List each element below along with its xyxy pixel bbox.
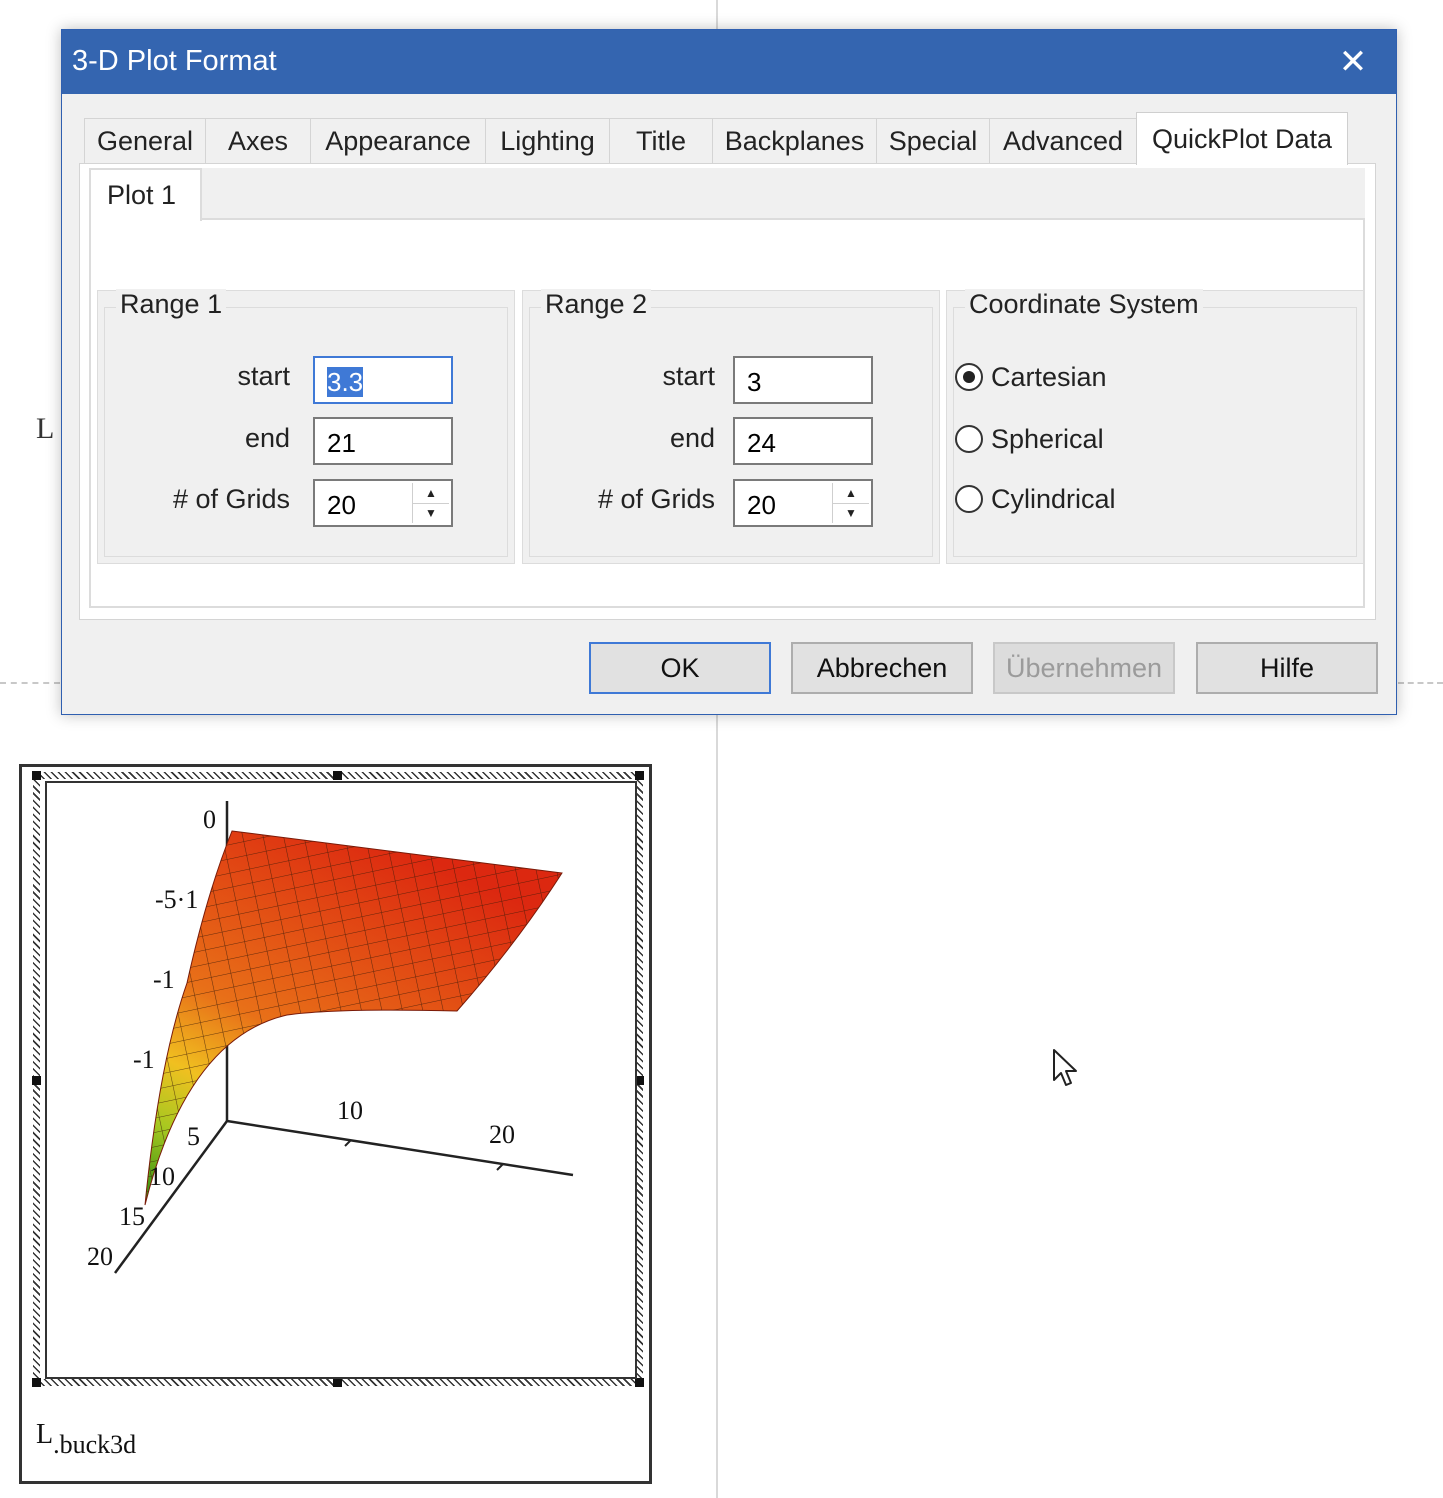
resize-handle[interactable] (32, 1378, 41, 1387)
x-tick-label: 20 (489, 1120, 515, 1149)
y-tick-label: 20 (87, 1242, 113, 1271)
inner-tab-strip (202, 168, 1365, 218)
range-1-end-input[interactable]: 21 (313, 417, 453, 465)
range-1-legend: Range 1 (116, 289, 227, 320)
quickplot-panel: Plot 1 Range 1 start 3.3 end 21 # of Gri… (79, 163, 1376, 620)
x-tick (496, 1163, 504, 1171)
tab-axes[interactable]: Axes (205, 118, 311, 164)
grids-label: # of Grids (172, 484, 290, 514)
plot-caption: L.buck3d (36, 1419, 136, 1459)
tab-lighting[interactable]: Lighting (485, 118, 610, 164)
range-1-start-input[interactable]: 3.3 (313, 356, 453, 404)
range-2-legend: Range 2 (541, 289, 652, 320)
coordinate-system-legend: Coordinate System (965, 289, 1203, 320)
radio-label: Cylindrical (991, 483, 1116, 514)
radio-checked-icon[interactable] (955, 363, 983, 391)
dialog-title: 3-D Plot Format (72, 45, 277, 77)
y-tick-label: 5 (187, 1122, 200, 1151)
z-tick-label: -5·1 (155, 885, 198, 914)
resize-handle[interactable] (32, 771, 41, 780)
tab-special[interactable]: Special (876, 118, 990, 164)
tab-appearance[interactable]: Appearance (310, 118, 486, 164)
radio-cartesian[interactable]: Cartesian (955, 359, 1107, 395)
range-1-group: Range 1 start 3.3 end 21 # of Grids 20 ▲… (97, 289, 515, 564)
cancel-button[interactable]: Abbrechen (791, 642, 973, 694)
plot-3d-frame: 0 -5·1 -1 -1 5 10 15 20 10 20 (45, 781, 637, 1379)
radio-spherical[interactable]: Spherical (955, 421, 1104, 457)
mouse-cursor-icon (1053, 1049, 1077, 1086)
spinner-control: ▲ ▼ (832, 483, 869, 523)
end-label: end (244, 423, 290, 453)
coordinate-system-group: Coordinate System Cartesian Spherical Cy… (946, 289, 1364, 564)
plot-region[interactable]: 0 -5·1 -1 -1 5 10 15 20 10 20 L.buck3d (19, 764, 652, 1484)
range-1-grids-value: 20 (327, 490, 356, 520)
range-2-end-input[interactable]: 24 (733, 417, 873, 465)
start-label: start (662, 361, 715, 391)
resize-handle[interactable] (635, 771, 644, 780)
z-tick-label: -1 (153, 965, 175, 994)
radio-label: Spherical (991, 423, 1104, 454)
tab-quickplot-data[interactable]: QuickPlot Data (1136, 112, 1348, 165)
spin-up-icon[interactable]: ▲ (833, 483, 869, 504)
end-label: end (669, 423, 715, 453)
x-axis (226, 1119, 574, 1177)
page-break-line-right (1398, 682, 1443, 684)
range-2-grids-spinner[interactable]: 20 ▲ ▼ (733, 479, 873, 527)
spinner-control: ▲ ▼ (412, 483, 449, 523)
radio-unchecked-icon[interactable] (955, 485, 983, 513)
start-label: start (237, 361, 290, 391)
radio-unchecked-icon[interactable] (955, 425, 983, 453)
y-tick-label: 15 (119, 1202, 145, 1231)
tab-plot-1[interactable]: Plot 1 (89, 168, 202, 221)
resize-handle[interactable] (333, 771, 342, 780)
x-tick-label: 10 (337, 1096, 363, 1125)
resize-handle[interactable] (635, 1378, 644, 1387)
help-button[interactable]: Hilfe (1196, 642, 1378, 694)
caption-sub: .buck3d (53, 1430, 137, 1459)
range-1-grids-spinner[interactable]: 20 ▲ ▼ (313, 479, 453, 527)
tab-title[interactable]: Title (609, 118, 713, 164)
range-2-start-input[interactable]: 3 (733, 356, 873, 404)
ok-button[interactable]: OK (589, 642, 771, 694)
grids-label: # of Grids (597, 484, 715, 514)
range-2-grids-value: 20 (747, 490, 776, 520)
tab-advanced[interactable]: Advanced (989, 118, 1137, 164)
background-label: L (36, 412, 55, 445)
radio-cylindrical[interactable]: Cylindrical (955, 481, 1116, 517)
spin-down-icon[interactable]: ▼ (833, 503, 869, 523)
tab-backplanes[interactable]: Backplanes (712, 118, 877, 164)
y-tick-label: 10 (149, 1162, 175, 1191)
selected-text: 3.3 (327, 367, 364, 397)
page-break-line-left (0, 682, 60, 684)
range-2-group: Range 2 start 3 end 24 # of Grids 20 ▲ ▼ (522, 289, 940, 564)
spin-down-icon[interactable]: ▼ (413, 503, 449, 523)
surface-plot: 0 -5·1 -1 -1 5 10 15 20 10 20 (87, 801, 574, 1274)
radio-label: Cartesian (991, 361, 1107, 392)
close-icon[interactable]: ✕ (1310, 30, 1396, 94)
apply-button[interactable]: Übernehmen (993, 642, 1175, 694)
z-tick-label: -1 (133, 1045, 155, 1074)
plot-format-dialog: 3-D Plot Format ✕ General Axes Appearanc… (61, 29, 1397, 715)
z-tick-label: 0 (203, 805, 216, 834)
tab-general[interactable]: General (84, 118, 206, 164)
y-axis (113, 1120, 229, 1274)
title-bar[interactable]: 3-D Plot Format ✕ (62, 30, 1396, 94)
spin-up-icon[interactable]: ▲ (413, 483, 449, 504)
resize-handle[interactable] (32, 1076, 41, 1085)
caption-main: L (36, 1419, 54, 1450)
